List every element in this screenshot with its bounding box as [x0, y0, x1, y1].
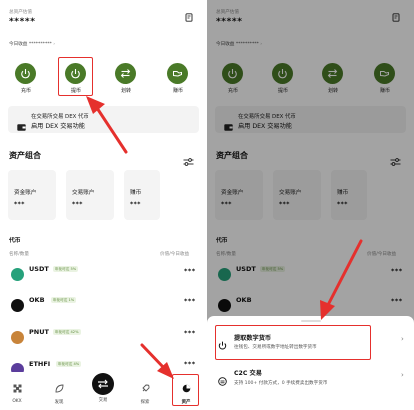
arrow-annotation-sheet: [320, 239, 363, 320]
asset-screen-right: 总资产估值 ***** 今日收益 ********** › 充币 提币 划转 赚…: [207, 0, 414, 410]
asset-screen-left: 总资产估值 ***** 今日收益 ********** › 充币 提币 划转 赚…: [0, 0, 207, 410]
arrow-annotation-assets: [140, 343, 174, 379]
